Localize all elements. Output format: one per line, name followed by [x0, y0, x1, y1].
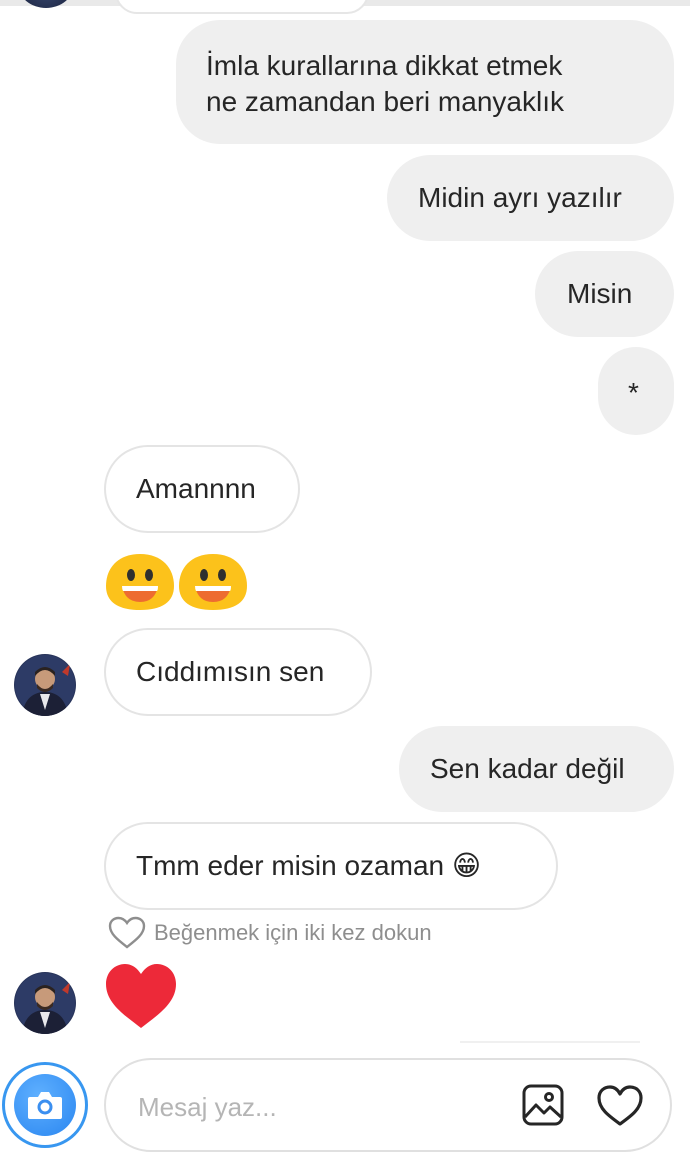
message-bubble-partial [115, 0, 369, 14]
grinning-face-emoji-icon [179, 554, 247, 610]
divider [460, 1041, 640, 1043]
message-out[interactable]: Midin ayrı yazılır [387, 155, 674, 241]
heart-icon[interactable] [596, 1084, 644, 1128]
avatar[interactable] [14, 972, 76, 1034]
emoji-message[interactable] [105, 552, 251, 614]
message-in[interactable]: Tmm eder misin ozaman 😁 [104, 822, 558, 910]
message-in[interactable]: Cıddımısın sen [104, 628, 372, 716]
message-in[interactable]: Amannnn [104, 445, 300, 533]
camera-icon [28, 1092, 62, 1119]
avatar[interactable] [14, 654, 76, 716]
message-out[interactable]: Misin [535, 251, 674, 337]
like-hint-text: Beğenmek için iki kez dokun [154, 920, 432, 945]
message-composer [104, 1058, 672, 1152]
message-out[interactable]: İmla kurallarına dikkat etmek ne zamanda… [176, 20, 674, 144]
like-hint[interactable]: Beğenmek için iki kez dokun [108, 916, 432, 950]
heart-outline-icon [108, 916, 146, 949]
profile-photo [14, 972, 76, 1034]
image-icon[interactable] [522, 1084, 564, 1126]
message-out[interactable]: * [598, 347, 674, 435]
message-input[interactable] [136, 1084, 500, 1130]
profile-photo [14, 654, 76, 716]
message-out[interactable]: Sen kadar değil [399, 726, 674, 812]
heart-icon[interactable] [104, 962, 178, 1032]
camera-button[interactable] [2, 1062, 88, 1148]
grinning-face-emoji-icon [106, 554, 174, 610]
